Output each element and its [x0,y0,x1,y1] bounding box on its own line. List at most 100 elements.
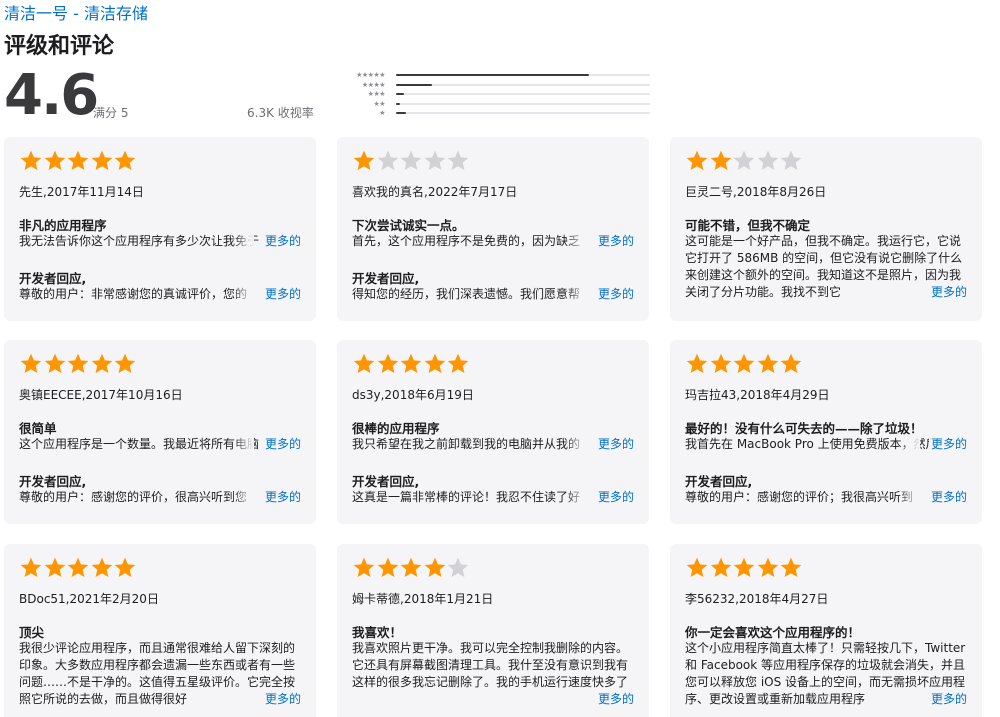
star-filled-icon [113,556,137,580]
review-body: 我喜欢照片更干净。我可以完全控制我删除的内容。它还具有屏幕截图清理工具。我什至没… [352,641,629,689]
review-card: 喜欢我的真名,2022年7月17日 下次尝试诚实一点。 首先，这个应用程序不是免费的… [337,137,649,321]
page-title: 评级和评论 [4,34,115,59]
more-link[interactable]: 更多的 [262,233,301,250]
histogram-bar [396,83,432,86]
histogram-track [396,112,650,114]
histogram-track [396,74,650,76]
star-filled-icon [352,556,376,580]
histogram-row: ★★★ [335,89,655,99]
review-title: 顶尖 [19,625,45,640]
star-empty-icon [732,149,756,173]
text-fade [565,436,587,453]
breadcrumb[interactable]: 清洁一号 - 清洁存储 [4,0,148,24]
developer-response-body: 这真是一篇非常棒的评论！我忍不住读了好 [352,490,581,504]
more-link[interactable]: 更多的 [595,233,634,250]
review-stars [685,556,803,582]
histogram-track [396,83,650,86]
rating-histogram: ★★★★★ ★★★★ ★★★ ★★ ★ [335,70,655,120]
star-filled-icon [779,556,803,580]
star-filled-icon [732,352,756,376]
developer-response-title: 开发者回应, [685,474,753,489]
review-stars [19,149,137,175]
more-link[interactable]: 更多的 [928,691,967,708]
more-link[interactable]: 更多的 [928,284,967,301]
text-fade [898,489,920,506]
histogram-track [396,93,650,95]
review-title: 最好的！没有什么可失去的——除了垃圾！ [685,421,923,436]
histogram-row: ★★ [335,99,655,109]
text-fade [898,436,920,453]
more-link[interactable]: 更多的 [595,489,634,506]
more-link[interactable]: 更多的 [262,489,301,506]
text-fade [232,436,254,453]
developer-response-title: 开发者回应, [19,271,87,286]
review-body: 这个应用程序是一个数量。我最近将所有电脑 [19,437,260,451]
rating-count: 6.3K 收视率 [247,106,314,120]
review-card: 玛吉拉43,2018年4月29日 最好的！没有什么可失去的——除了垃圾！ 我首先在 … [670,340,982,524]
star-filled-icon [19,149,43,173]
review-card: 奥镇EECEE,2017年10月16日 很简单 这个应用程序是一个数量。我最近将所有… [4,340,316,524]
review-title: 很简单 [19,421,57,436]
more-link[interactable]: 更多的 [928,489,967,506]
review-stars [685,352,803,378]
star-filled-icon [423,352,447,376]
more-link[interactable]: 更多的 [262,286,301,303]
more-link[interactable]: 更多的 [262,691,301,708]
star-empty-icon [756,149,780,173]
star-empty-icon [376,149,400,173]
text-fade [898,284,920,301]
text-fade [565,233,587,250]
star-filled-icon [43,149,67,173]
more-link[interactable]: 更多的 [262,436,301,453]
score-out-of: 满分 5 [93,106,129,120]
review-body: 我只希望在我之前卸载到我的电脑并从我的 [352,437,581,451]
star-filled-icon [19,556,43,580]
histogram-stars-label: ★★★★★ [356,71,385,79]
more-link[interactable]: 更多的 [595,436,634,453]
review-stars [19,556,137,582]
star-filled-icon [779,352,803,376]
star-filled-icon [376,556,400,580]
developer-response-body: 尊敬的用户：感谢您的评价，很高兴听到您 [19,490,248,504]
review-body: 我无法告诉你这个应用程序有多少次让我免于 [19,234,260,248]
review-card: BDoc51,2021年2月20日 顶尖 我很少评论应用程序，而且通常很难给人留下深… [4,544,316,717]
more-link[interactable]: 更多的 [595,691,634,708]
histogram-bar [396,93,404,95]
developer-response-title: 开发者回应, [19,474,87,489]
histogram-row: ★ [335,108,655,118]
more-link[interactable]: 更多的 [928,436,967,453]
star-filled-icon [756,556,780,580]
review-author-date: 先生,2017年11月14日 [19,185,144,199]
more-link[interactable]: 更多的 [595,286,634,303]
review-title: 你一定会喜欢这个应用程序的！ [685,625,861,640]
review-title: 我喜欢！ [352,625,403,640]
review-stars [352,556,470,582]
review-title: 可能不错，但我不确定 [685,218,811,233]
star-filled-icon [685,149,709,173]
star-filled-icon [66,149,90,173]
star-filled-icon [709,556,733,580]
histogram-row: ★★★★★ [335,70,655,80]
star-empty-icon [399,149,423,173]
star-filled-icon [446,352,470,376]
text-fade [232,233,254,250]
text-fade [898,691,920,708]
review-author-date: 姆卡蒂德,2018年1月21日 [352,592,494,606]
star-filled-icon [685,352,709,376]
star-filled-icon [756,352,780,376]
text-fade [565,691,587,708]
star-filled-icon [43,556,67,580]
star-filled-icon [352,149,376,173]
star-empty-icon [779,149,803,173]
developer-response-title: 开发者回应, [352,271,420,286]
review-body: 这可能是一个好产品，但我不确定。我运行它，它说它打开了 586MB 的空间，但它… [685,234,963,299]
text-fade [232,489,254,506]
star-filled-icon [685,556,709,580]
text-fade [232,691,254,708]
developer-response-body: 尊敬的用户：非常感谢您的真诚评价，您的 [19,287,248,301]
text-fade [565,286,587,303]
star-filled-icon [90,149,114,173]
histogram-stars-label: ★★ [373,99,385,108]
review-body: 首先，这个应用程序不是免费的，因为缺乏 [352,234,581,248]
star-empty-icon [446,556,470,580]
